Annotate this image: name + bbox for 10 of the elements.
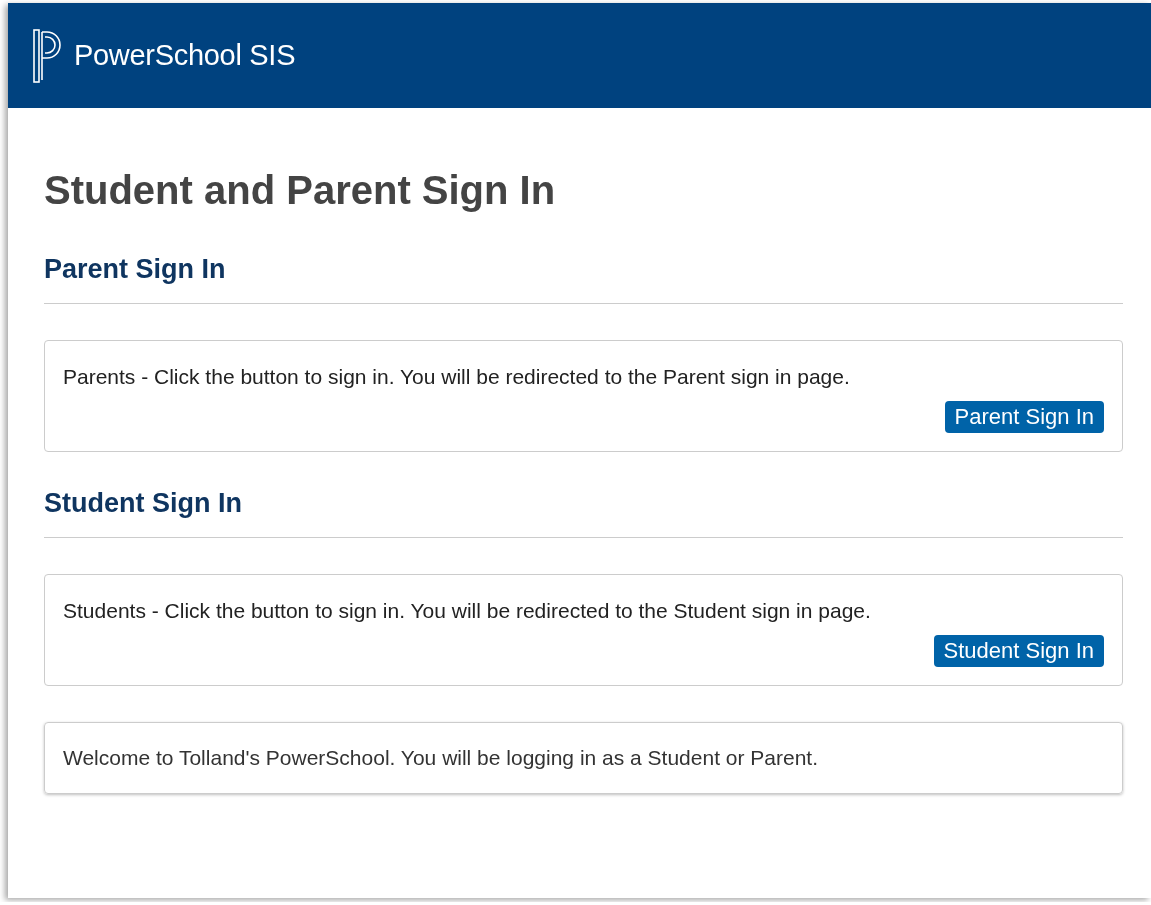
sign-in-button[interactable]: Student Sign In xyxy=(933,635,1104,667)
app-name: PowerSchool SIS xyxy=(74,39,296,72)
section-heading: Parent Sign In xyxy=(44,214,1123,304)
section-heading: Student Sign In xyxy=(44,452,1123,538)
instruction-text: Students - Click the button to sign in. You will be redirected to the Student sign in page. xyxy=(63,598,872,624)
page-title: Student and Parent Sign In xyxy=(44,167,557,214)
logo-icon xyxy=(32,27,64,84)
instruction-text: Parents - Click the button to sign in. You will be redirected to the Parent sign in page. xyxy=(63,364,851,390)
sign-in-button[interactable]: Parent Sign In xyxy=(944,401,1104,433)
welcome-text: Welcome to Tolland's PowerSchool. You will be logging in as a Student or Parent. xyxy=(63,745,820,771)
